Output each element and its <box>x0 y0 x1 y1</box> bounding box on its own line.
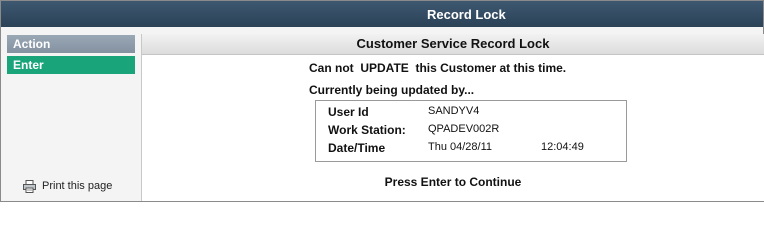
user-id-value: SANDYV4 <box>428 105 480 117</box>
user-id-label: User Id <box>328 105 369 119</box>
datetime-label: Date/Time <box>328 141 386 155</box>
cannot-update-message: Can not UPDATE this Customer at this tim… <box>309 61 567 75</box>
workstation-value: QPADEV002R <box>428 123 500 135</box>
action-header: Action <box>7 35 135 53</box>
time-value: 12:04:49 <box>541 141 584 153</box>
title-bar: Record Lock <box>1 1 763 27</box>
print-page-link[interactable]: Print this page <box>23 178 112 194</box>
workstation-label: Work Station: <box>328 123 406 137</box>
press-enter-instruction: Press Enter to Continue <box>384 175 522 189</box>
record-lock-panel: Customer Service Record Lock Can not UPD… <box>141 34 764 201</box>
print-page-label: Print this page <box>42 180 113 192</box>
date-value: Thu 04/28/11 <box>428 141 493 153</box>
enter-action-button[interactable]: Enter <box>7 56 135 74</box>
printer-icon <box>23 179 36 193</box>
action-sidebar: Action Enter Print this page <box>1 28 139 201</box>
being-updated-message: Currently being updated by... <box>309 83 475 97</box>
lock-info-box: User Id SANDYV4 Work Station: QPADEV002R… <box>315 100 627 162</box>
panel-title: Customer Service Record Lock <box>142 34 764 55</box>
window-title: Record Lock <box>427 7 506 22</box>
app-frame: Record Lock Action Enter Print this page… <box>0 0 764 202</box>
